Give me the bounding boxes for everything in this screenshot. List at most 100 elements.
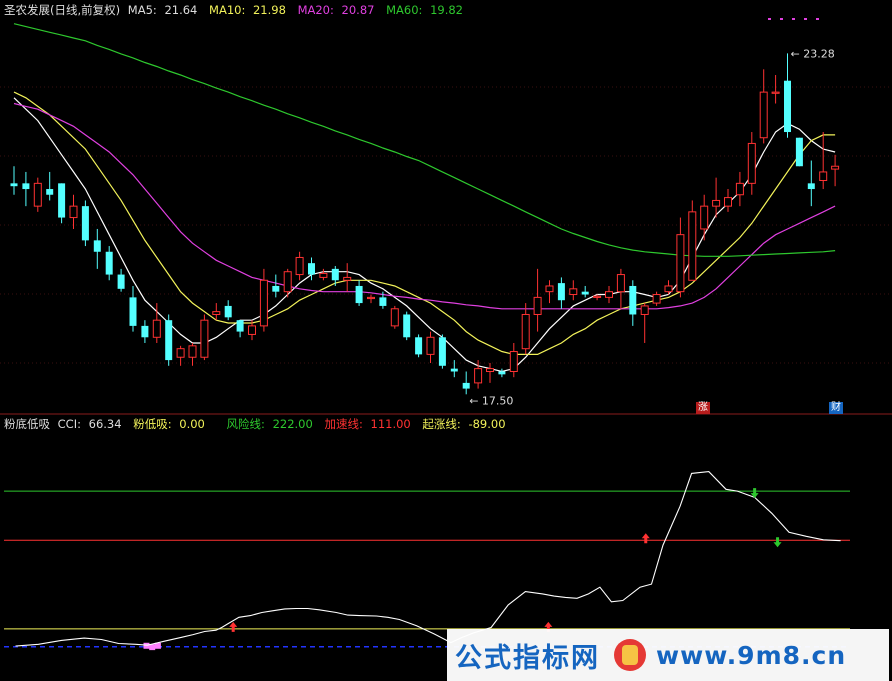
candle-body-11 [141, 325, 149, 338]
candle-body-55 [664, 285, 673, 293]
line-ma20 [13, 102, 836, 310]
candle-body-0 [10, 183, 18, 187]
candle-body-69 [831, 165, 840, 170]
candle-body-32 [390, 308, 399, 327]
candle-body-58 [700, 205, 709, 230]
accel-legend: 加速线: 111.00 [324, 417, 411, 431]
ma20-marker-4 [816, 18, 819, 20]
candle-body-16 [200, 319, 209, 358]
fen-bar-0 [143, 642, 150, 649]
candle-body-21 [259, 279, 268, 327]
candle-body-20 [248, 325, 256, 335]
start-legend: 起涨线: -89.00 [422, 417, 506, 431]
candle-body-41 [498, 371, 506, 375]
candle-body-28 [343, 276, 352, 281]
candle-body-61 [735, 182, 744, 196]
candle-body-45 [545, 285, 554, 293]
candle-body-52 [629, 285, 637, 315]
candle-body-44 [533, 296, 542, 315]
candle-body-36 [438, 337, 446, 366]
candle-body-35 [426, 336, 435, 355]
arrow-down-icon-1 [773, 537, 782, 548]
ma5-legend: MA5: 21.64 [127, 3, 198, 17]
ma60-legend: MA60: 19.82 [386, 3, 464, 17]
candle-body-1 [22, 183, 30, 190]
candle-body-3 [46, 189, 54, 195]
bottom-legend: 粉底低吸 CCI: 66.34 粉低吸: 0.00 风险线: 222.00 加速… [4, 417, 514, 431]
candle-body-53 [640, 305, 649, 315]
candle-body-8 [105, 251, 113, 275]
watermark-logo-icon [614, 639, 646, 671]
top-legend: 圣农发展(日线,前复权) MA5: 21.64 MA10: 21.98 MA20… [4, 3, 471, 17]
candle-body-46 [557, 283, 565, 301]
candle-body-30 [367, 296, 375, 300]
candle-body-24 [295, 256, 304, 276]
candle-body-38 [462, 382, 470, 389]
candle-body-23 [283, 271, 292, 293]
candle-body-10 [129, 297, 137, 326]
candle-body-37 [450, 368, 458, 372]
candle-body-49 [593, 295, 602, 298]
line-ma10 [13, 91, 836, 355]
candle-body-67 [807, 183, 815, 190]
ma20-marker-0 [768, 18, 771, 20]
candle-body-51 [616, 274, 625, 293]
candle-body-57 [688, 211, 697, 281]
candle-body-13 [165, 320, 173, 361]
cci-line [15, 471, 841, 647]
candle-body-43 [521, 313, 530, 350]
candle-body-60 [724, 197, 732, 207]
candle-body-22 [272, 285, 280, 292]
candle-body-54 [652, 294, 661, 304]
candle-body-27 [331, 268, 339, 281]
candle-body-40 [486, 368, 494, 372]
candle-body-63 [759, 91, 768, 139]
stock-chart: ← 23.28 ← 17.50 [0, 18, 892, 651]
arrow-up-icon-2 [641, 533, 650, 544]
risk-legend: 风险线: 222.00 [226, 417, 313, 431]
watermark: 公式指标网 www.9m8.cn [447, 629, 889, 681]
candle-body-5 [69, 205, 78, 219]
candle-body-17 [212, 311, 221, 315]
candle-body-2 [33, 182, 42, 207]
arrow-up-icon-0 [229, 621, 238, 632]
candle-body-62 [747, 142, 756, 184]
candle-body-59 [712, 199, 721, 207]
candle-body-9 [117, 274, 125, 289]
candle-body-47 [569, 288, 578, 296]
candle-body-6 [81, 206, 89, 241]
candle-body-39 [474, 368, 483, 384]
low-label: ← 17.50 [469, 394, 513, 407]
candle-body-29 [355, 285, 363, 304]
candle-body-66 [795, 137, 803, 167]
candle-body-26 [319, 272, 328, 278]
ma10-legend: MA10: 21.98 [209, 3, 286, 17]
candle-body-25 [308, 263, 315, 275]
candle-body-18 [224, 305, 232, 318]
candle-body-4 [58, 183, 66, 218]
candle-body-34 [415, 337, 423, 355]
candle-body-14 [176, 348, 185, 358]
ma20-marker-1 [780, 18, 783, 20]
cci-legend: CCI: 66.34 [57, 417, 122, 431]
line-ma5 [13, 97, 836, 373]
fen-legend: 粉低吸: 0.00 [133, 417, 205, 431]
candle-body-7 [93, 240, 101, 252]
candle-body-12 [152, 319, 161, 338]
candle-body-68 [819, 171, 828, 181]
candle-body-15 [188, 345, 197, 358]
candle-body-50 [605, 291, 613, 298]
candle-body-64 [771, 91, 780, 94]
candle-body-31 [379, 297, 387, 306]
candle-body-42 [509, 351, 518, 372]
zhang-badge[interactable]: 涨 [696, 402, 710, 414]
ma20-legend: MA20: 20.87 [297, 3, 375, 17]
high-label: ← 23.28 [791, 47, 835, 60]
cai-badge[interactable]: 财 [829, 402, 843, 414]
ma20-marker-2 [792, 18, 795, 20]
indicator-name: 粉底低吸 [4, 417, 50, 431]
ma20-marker-3 [804, 18, 807, 20]
candle-body-33 [403, 314, 411, 338]
watermark-left-text: 公式指标网 [455, 642, 600, 674]
candle-body-56 [676, 234, 685, 293]
